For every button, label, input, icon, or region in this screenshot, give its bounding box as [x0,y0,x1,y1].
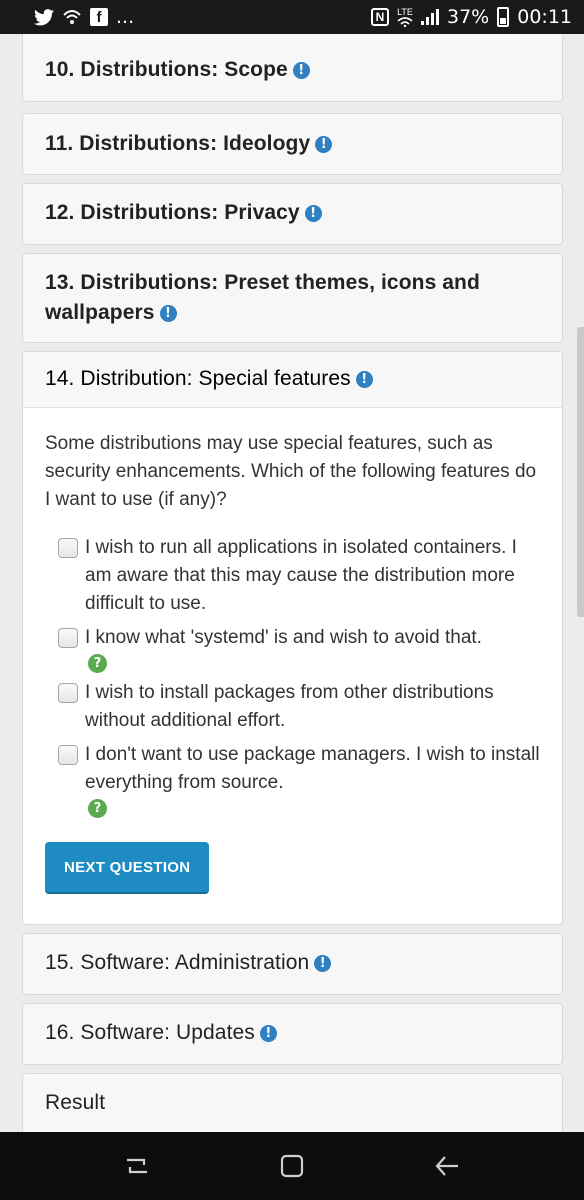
panel-14-special-features: 14. Distribution: Special features! Some… [22,351,563,925]
checkbox[interactable] [58,628,78,648]
nfc-icon: N [371,8,389,26]
panel-13-themes[interactable]: 13. Distributions: Preset themes, icons … [22,253,563,343]
panel-title: 14. Distribution: Special features! [45,364,540,394]
panel-title: 12. Distributions: Privacy! [45,198,540,228]
panel-title: 16. Software: Updates! [45,1018,540,1048]
option-foreign-packages[interactable]: I wish to install packages from other di… [45,679,540,735]
option-install-from-source[interactable]: I don't want to use package managers. I … [45,741,540,797]
panel-title: 11. Distributions: Ideology! [45,129,540,159]
info-icon: ! [159,305,177,322]
option-label: I wish to run all applications in isolat… [85,537,517,614]
help-icon[interactable]: ? [88,799,107,818]
option-label: I wish to install packages from other di… [85,682,494,731]
help-icon[interactable]: ? [88,654,107,673]
help-icon-wrapper[interactable]: ? [88,654,540,673]
panel-body: Some distributions may use special featu… [23,408,562,894]
option-isolated-containers[interactable]: I wish to run all applications in isolat… [45,534,540,618]
info-icon: ! [355,371,373,388]
back-icon[interactable] [432,1151,462,1181]
panel-title: 15. Software: Administration! [45,948,540,978]
info-icon: ! [304,205,322,222]
battery-percent: 37% [447,6,490,28]
signal-icon [421,9,439,25]
facebook-icon: f [90,8,108,26]
next-question-button[interactable]: NEXT QUESTION [45,842,210,894]
panel-header[interactable]: 14. Distribution: Special features! [23,352,562,408]
panel-result[interactable]: Result [22,1073,563,1132]
panel-10-scope[interactable]: 10. Distributions: Scope! [22,34,563,102]
home-icon[interactable] [277,1151,307,1181]
wifi-call-icon [62,8,82,26]
lte-wifi-icon: LTE [397,6,413,27]
status-bar: f ... N LTE 37% 00:11 [0,0,584,34]
recent-apps-icon[interactable] [122,1151,152,1181]
info-icon: ! [292,62,310,79]
panel-title: 10. Distributions: Scope! [45,55,540,85]
checkbox[interactable] [58,745,78,765]
more-notifications: ... [116,6,135,28]
checkbox[interactable] [58,683,78,703]
info-icon: ! [314,955,332,972]
twitter-icon [34,8,54,26]
options-list: I wish to run all applications in isolat… [45,534,540,818]
option-avoid-systemd[interactable]: I know what 'systemd' is and wish to avo… [45,624,540,652]
panel-title: 13. Distributions: Preset themes, icons … [45,268,540,328]
panel-title: Result [45,1091,106,1114]
info-icon: ! [259,1025,277,1042]
option-label: I don't want to use package managers. I … [85,744,540,793]
checkbox[interactable] [58,538,78,558]
info-icon: ! [315,136,333,153]
panel-title-line: 13. Distributions: Preset themes, icons … [45,271,480,294]
panel-15-administration[interactable]: 15. Software: Administration! [22,933,563,995]
question-text: Some distributions may use special featu… [45,433,537,510]
clock: 00:11 [517,6,572,28]
panel-16-updates[interactable]: 16. Software: Updates! [22,1003,563,1065]
panel-12-privacy[interactable]: 12. Distributions: Privacy! [22,183,563,245]
panel-11-ideology[interactable]: 11. Distributions: Ideology! [22,113,563,175]
help-icon-wrapper[interactable]: ? [88,799,540,818]
scroll-handle[interactable] [577,327,584,617]
quiz-content: 10. Distributions: Scope! 11. Distributi… [0,34,584,1132]
option-label: I know what 'systemd' is and wish to avo… [85,627,482,648]
navigation-bar [0,1132,584,1200]
network-label: LTE [397,6,413,17]
battery-icon [497,7,510,27]
